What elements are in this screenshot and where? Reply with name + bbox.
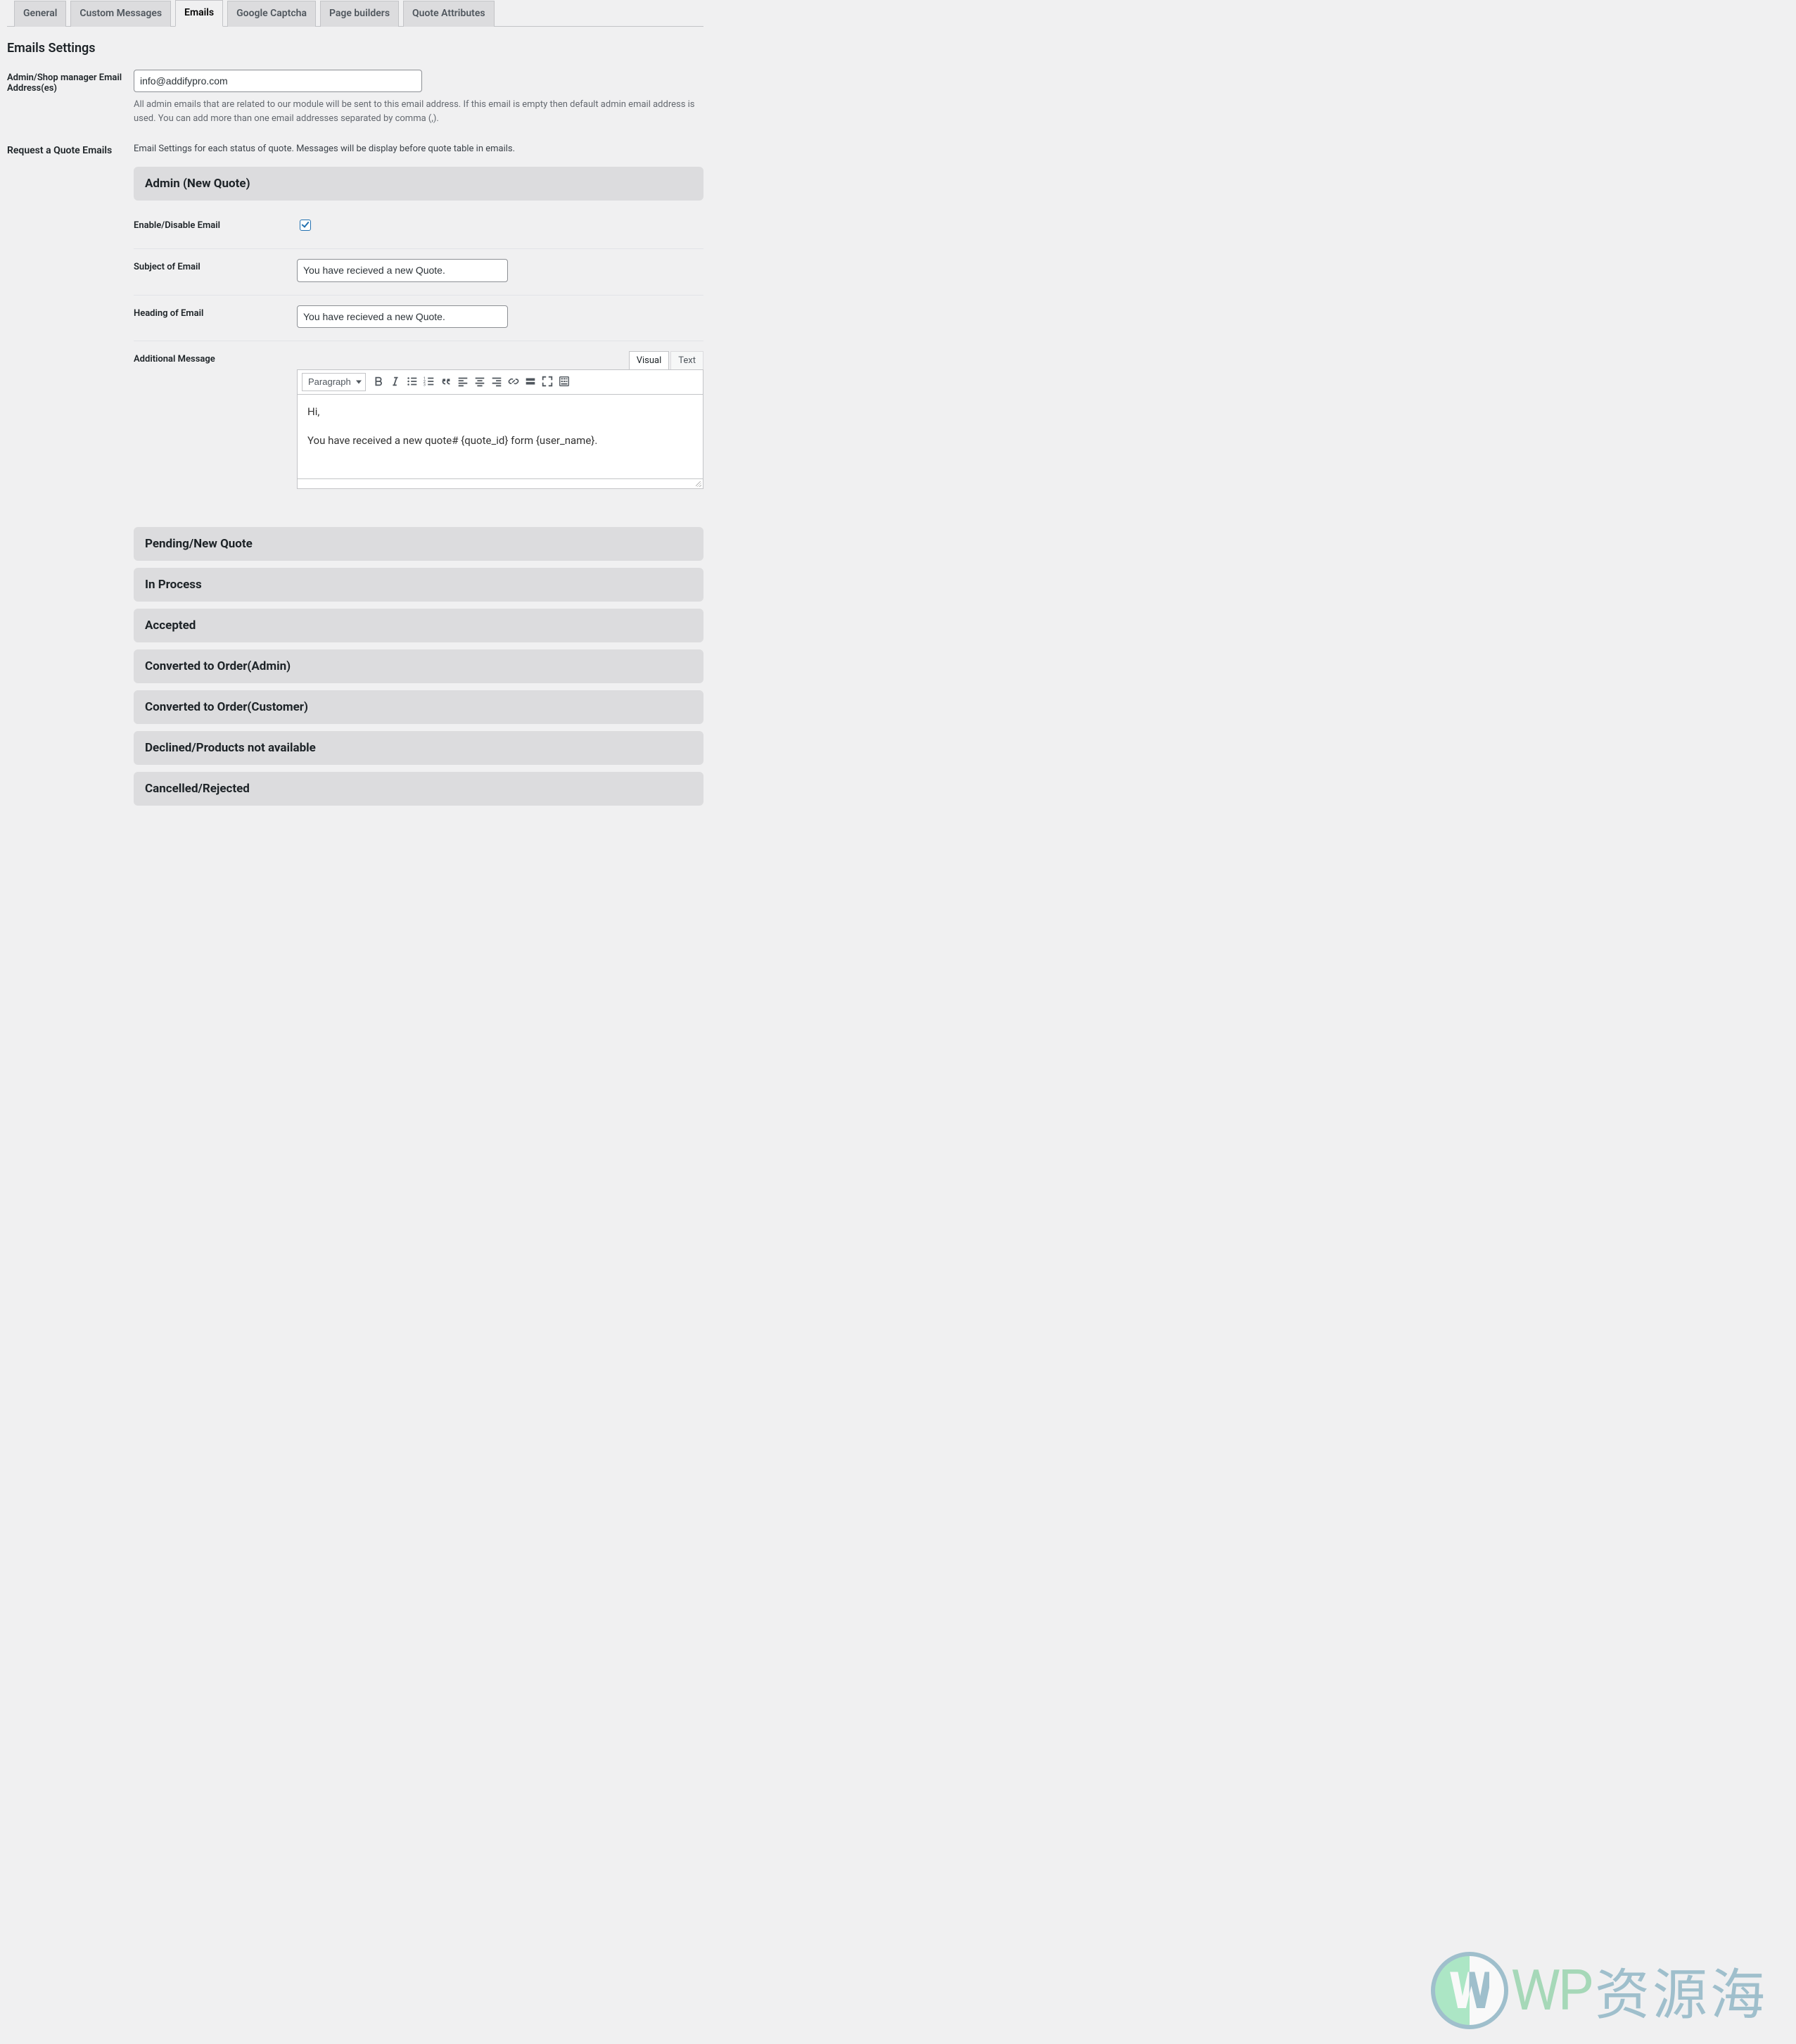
section-title: In Process <box>145 578 692 592</box>
editor-toolbar: Paragraph 123 <box>297 369 703 395</box>
italic-icon[interactable] <box>387 373 404 390</box>
subject-input[interactable] <box>297 259 508 281</box>
editor-tab-visual[interactable]: Visual <box>629 351 670 369</box>
alignright-icon[interactable] <box>488 373 505 390</box>
editor-line: You have received a new quote# {quote_id… <box>307 432 693 450</box>
alignleft-icon[interactable] <box>454 373 471 390</box>
tab-general[interactable]: General <box>14 1 66 27</box>
aligncenter-icon[interactable] <box>471 373 488 390</box>
section-in-process[interactable]: In Process <box>134 568 703 602</box>
enable-email-checkbox[interactable] <box>300 220 311 231</box>
heading-label: Heading of Email <box>134 295 297 341</box>
section-title: Accepted <box>145 618 692 633</box>
request-quote-emails-desc: Email Settings for each status of quote.… <box>134 144 703 154</box>
format-select[interactable]: Paragraph <box>302 373 366 391</box>
editor-content[interactable]: Hi, You have received a new quote# {quot… <box>297 395 703 479</box>
section-accepted[interactable]: Accepted <box>134 609 703 642</box>
section-pending-new-quote[interactable]: Pending/New Quote <box>134 527 703 561</box>
section-admin-new-quote[interactable]: Admin (New Quote) <box>134 167 703 201</box>
kitchensink-icon[interactable] <box>556 373 573 390</box>
message-label: Additional Message <box>134 341 297 502</box>
quote-icon[interactable] <box>438 373 454 390</box>
editor-line: Hi, <box>307 403 693 421</box>
readmore-icon[interactable] <box>522 373 539 390</box>
section-declined-products-not-available[interactable]: Declined/Products not available <box>134 731 703 765</box>
section-title: Pending/New Quote <box>145 537 692 551</box>
section-cancelled-rejected[interactable]: Cancelled/Rejected <box>134 772 703 806</box>
page-title: Emails Settings <box>7 41 703 56</box>
tab-emails[interactable]: Emails <box>175 0 223 27</box>
svg-text:3: 3 <box>423 383 426 388</box>
editor-tab-text[interactable]: Text <box>670 351 703 369</box>
tab-custom-messages[interactable]: Custom Messages <box>70 1 171 27</box>
section-title: Admin (New Quote) <box>145 177 692 191</box>
heading-input[interactable] <box>297 305 508 328</box>
editor-statusbar <box>297 479 703 489</box>
watermark-text: WP <box>1511 1957 1591 2024</box>
enable-email-label: Enable/Disable Email <box>134 208 297 249</box>
tab-quote-attributes[interactable]: Quote Attributes <box>403 1 495 27</box>
richtext-editor: Visual Text Paragraph <box>297 351 703 489</box>
section-title: Declined/Products not available <box>145 741 692 755</box>
request-quote-emails-label: Request a Quote Emails <box>7 145 127 156</box>
section-title: Converted to Order(Admin) <box>145 659 692 673</box>
tab-page-builders[interactable]: Page builders <box>320 1 399 27</box>
subject-label: Subject of Email <box>134 249 297 295</box>
watermark-text-cn: 资源海 <box>1595 1951 1768 2030</box>
wp-logo-icon: W <box>1431 1952 1508 2029</box>
ol-icon[interactable]: 123 <box>421 373 438 390</box>
watermark: W WP 资源海 <box>1431 1951 1768 2030</box>
fullscreen-icon[interactable] <box>539 373 556 390</box>
admin-email-input[interactable] <box>134 70 422 92</box>
section-converted-to-order-customer-[interactable]: Converted to Order(Customer) <box>134 690 703 724</box>
section-title: Converted to Order(Customer) <box>145 700 692 714</box>
admin-email-help: All admin emails that are related to our… <box>134 98 703 125</box>
tab-google-captcha[interactable]: Google Captcha <box>227 1 316 27</box>
settings-tabs: GeneralCustom MessagesEmailsGoogle Captc… <box>7 0 703 27</box>
section-converted-to-order-admin-[interactable]: Converted to Order(Admin) <box>134 649 703 683</box>
ul-icon[interactable] <box>404 373 421 390</box>
bold-icon[interactable] <box>370 373 387 390</box>
link-icon[interactable] <box>505 373 522 390</box>
section-title: Cancelled/Rejected <box>145 782 692 796</box>
admin-email-label: Admin/Shop manager Email Address(es) <box>7 67 134 139</box>
